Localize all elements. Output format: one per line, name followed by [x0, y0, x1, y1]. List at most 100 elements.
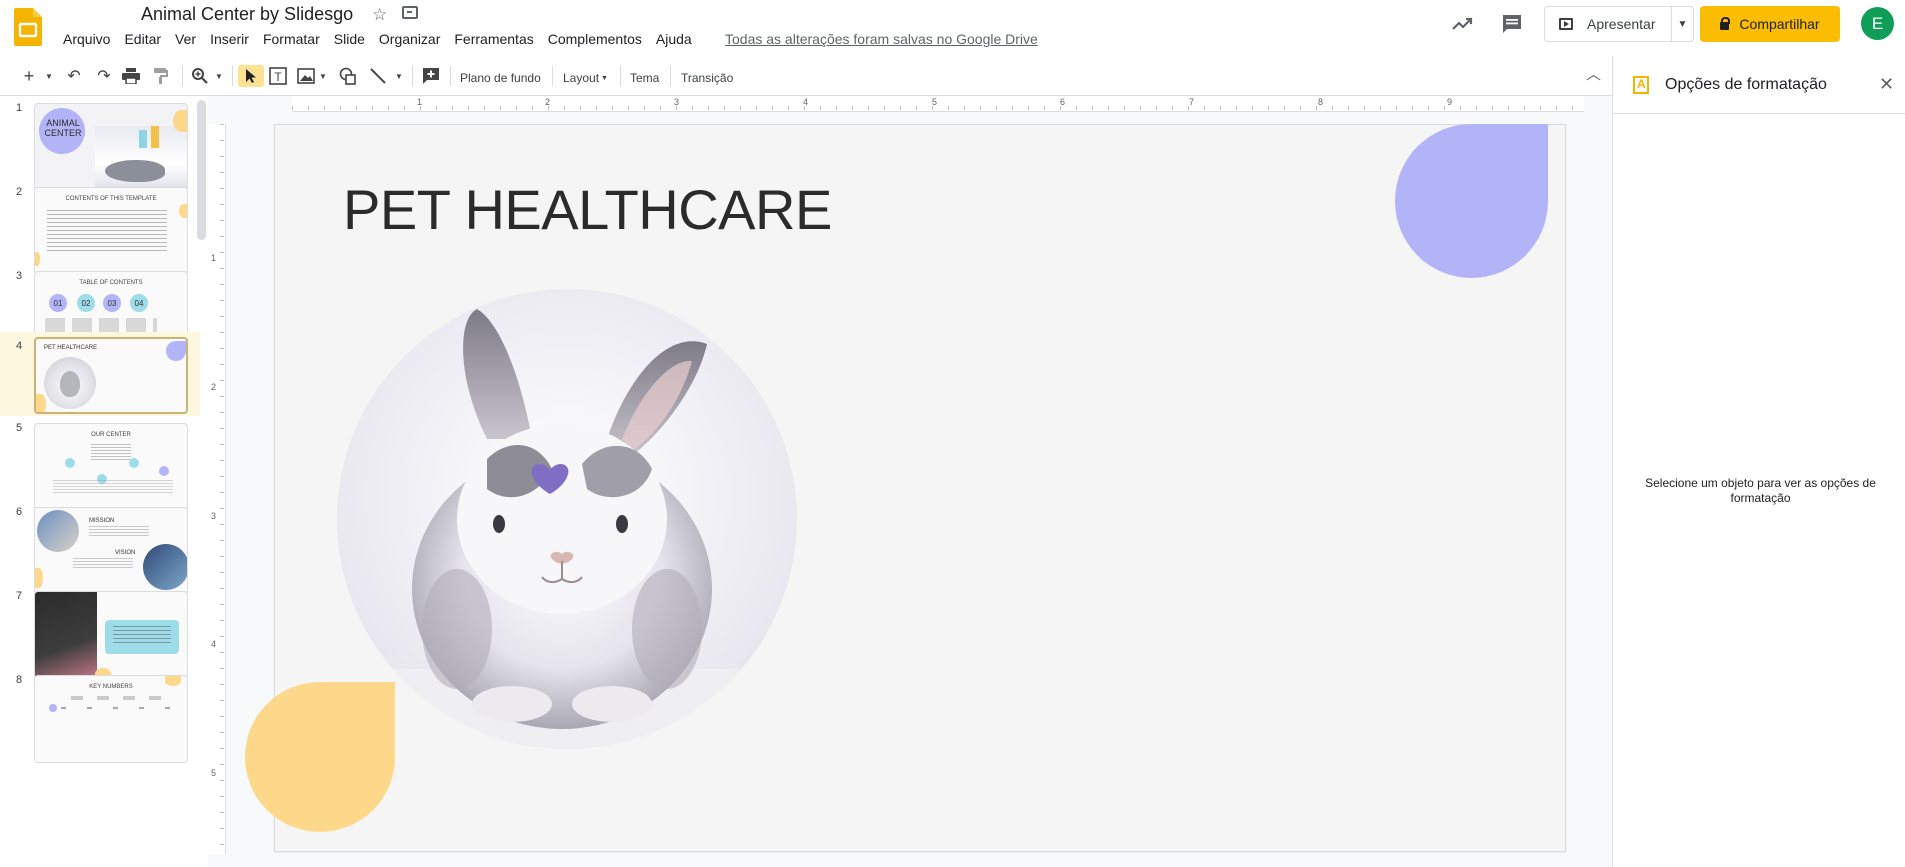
zoom-icon[interactable] — [190, 65, 210, 87]
save-status-link[interactable]: Todas as alterações foram salvas no Goog… — [725, 31, 1038, 47]
menu-inserir[interactable]: Inserir — [210, 31, 256, 47]
paint-format-icon[interactable] — [151, 65, 171, 87]
background-button[interactable]: Plano de fundo — [460, 67, 541, 89]
thumb-yellow-blob — [36, 394, 46, 412]
menu-arquivo[interactable]: Arquivo — [63, 31, 117, 47]
ruler-tick — [220, 540, 224, 541]
thumb-rabbit-circle — [44, 357, 96, 409]
ruler-tick — [220, 828, 224, 829]
rabbit-photo-circle[interactable] — [337, 289, 797, 749]
thumb-photo-circle — [37, 510, 79, 552]
undo-icon[interactable]: ↶ — [64, 65, 84, 87]
thumb-yellow-blob — [165, 676, 181, 686]
document-title[interactable]: Animal Center by Slidesgo — [141, 4, 353, 25]
thumb-quote-box — [105, 620, 179, 654]
ruler-tick — [596, 106, 597, 110]
close-icon[interactable]: ✕ — [1879, 74, 1894, 95]
ruler-tick — [1460, 106, 1461, 110]
ruler-tick — [1492, 106, 1493, 110]
select-cursor-icon[interactable] — [238, 65, 264, 87]
slides-logo-icon[interactable] — [14, 8, 42, 46]
add-comment-icon[interactable] — [420, 65, 442, 87]
move-to-folder-icon[interactable] — [402, 6, 418, 19]
ruler-tick — [612, 106, 613, 110]
ruler-number: 3 — [211, 511, 217, 521]
rabbit-illustration — [337, 309, 797, 749]
account-avatar[interactable]: E — [1861, 7, 1894, 40]
ruler-tick — [404, 106, 405, 110]
vertical-ruler[interactable]: 1 2 3 4 5 — [208, 112, 226, 867]
activity-trend-icon[interactable] — [1450, 12, 1474, 36]
redo-icon[interactable]: ↷ — [94, 65, 114, 87]
slide-thumbnail-4[interactable]: 4 PET HEALTHCARE — [0, 332, 200, 416]
new-slide-chevron-down-icon[interactable]: ▼ — [44, 65, 54, 87]
new-slide-plus-icon[interactable]: + — [20, 65, 38, 87]
present-button[interactable]: Apresentar — [1545, 7, 1673, 41]
menu-ver[interactable]: Ver — [175, 31, 203, 47]
thumb-dog-photo — [35, 592, 97, 678]
star-icon[interactable]: ☆ — [372, 5, 387, 25]
comments-icon[interactable] — [1500, 12, 1524, 36]
insert-image-icon[interactable] — [296, 65, 316, 87]
thumb-dog-shape — [105, 160, 165, 182]
ruler-tick — [980, 106, 981, 110]
ruler-tick — [580, 106, 581, 110]
ruler-tick — [220, 444, 224, 445]
menu-ajuda[interactable]: Ajuda — [656, 31, 699, 47]
filmstrip-scrollbar[interactable] — [197, 100, 206, 240]
present-button-group: Apresentar ▼ — [1544, 6, 1694, 42]
ruler-tick — [220, 348, 224, 349]
text-box-icon[interactable]: T — [268, 65, 288, 87]
menu-editar[interactable]: Editar — [124, 31, 168, 47]
menu-complementos[interactable]: Complementos — [548, 31, 649, 47]
ruler-tick — [676, 106, 677, 110]
google-slides-app: Animal Center by Slidesgo ☆ Arquivo Edit… — [0, 0, 1905, 867]
theme-button[interactable]: Tema — [630, 67, 659, 89]
print-icon[interactable] — [121, 65, 141, 87]
image-chevron-down-icon[interactable]: ▼ — [318, 65, 328, 87]
slide-filmstrip: 1 ANIMAL CENTER 2 CONTENTS OF THIS TEMPL… — [0, 96, 208, 867]
current-slide[interactable]: PET HEALTHCARE — [245, 124, 1566, 852]
ruler-tick — [220, 220, 224, 221]
ruler-tick — [220, 716, 224, 717]
ruler-tick — [1012, 106, 1013, 110]
ruler-tick — [220, 492, 224, 493]
layout-chevron-down-icon: ▼ — [601, 74, 608, 82]
horizontal-ruler[interactable]: 1 2 3 4 5 6 7 8 9 — [226, 96, 1612, 112]
format-panel-message: Selecione um objeto para ver as opções d… — [1645, 476, 1876, 505]
menu-formatar[interactable]: Formatar — [263, 31, 327, 47]
ruler-tick — [548, 106, 549, 110]
menu-ferramentas[interactable]: Ferramentas — [454, 31, 540, 47]
ruler-tick — [868, 106, 869, 110]
ruler-tick — [324, 106, 325, 110]
ruler-tick — [452, 106, 453, 110]
ruler-tick — [220, 140, 224, 141]
ruler-tick — [1508, 106, 1509, 110]
slide-title-text[interactable]: PET HEALTHCARE — [343, 177, 832, 242]
slide-number: 2 — [16, 186, 23, 198]
thumb-toc-circle: 01 — [49, 294, 67, 312]
share-button[interactable]: Compartilhar — [1700, 6, 1840, 42]
present-options-chevron-icon[interactable]: ▼ — [1671, 7, 1693, 41]
yellow-blob-shape[interactable] — [245, 682, 395, 832]
slide-thumbnail-8[interactable]: 8 KEY NUMBERS — [0, 668, 200, 768]
zoom-chevron-down-icon[interactable]: ▼ — [214, 65, 224, 87]
ruler-tick — [220, 476, 224, 477]
thumb-title: KEY NUMBERS — [89, 684, 133, 690]
thumb-title-2: VISION — [115, 550, 136, 556]
ruler-tick — [932, 106, 933, 110]
purple-blob-shape[interactable] — [1395, 124, 1548, 278]
toolbar: + ▼ ↶ ↷ ▼ T ▼ ▼ Plano de fundo Layout ▼ … — [0, 56, 1612, 96]
menu-slide[interactable]: Slide — [334, 31, 372, 47]
ruler-tick — [220, 124, 224, 125]
menu-organizar[interactable]: Organizar — [379, 31, 447, 47]
layout-button[interactable]: Layout ▼ — [563, 67, 608, 89]
collapse-toolbar-chevron-up-icon[interactable]: ︿ — [1586, 63, 1601, 84]
line-chevron-down-icon[interactable]: ▼ — [394, 65, 404, 87]
ruler-tick — [220, 748, 224, 749]
ruler-tick — [220, 636, 224, 637]
ruler-tick — [724, 106, 725, 110]
line-icon[interactable] — [368, 65, 388, 87]
transition-button[interactable]: Transição — [681, 67, 733, 89]
shape-icon[interactable] — [338, 65, 358, 87]
